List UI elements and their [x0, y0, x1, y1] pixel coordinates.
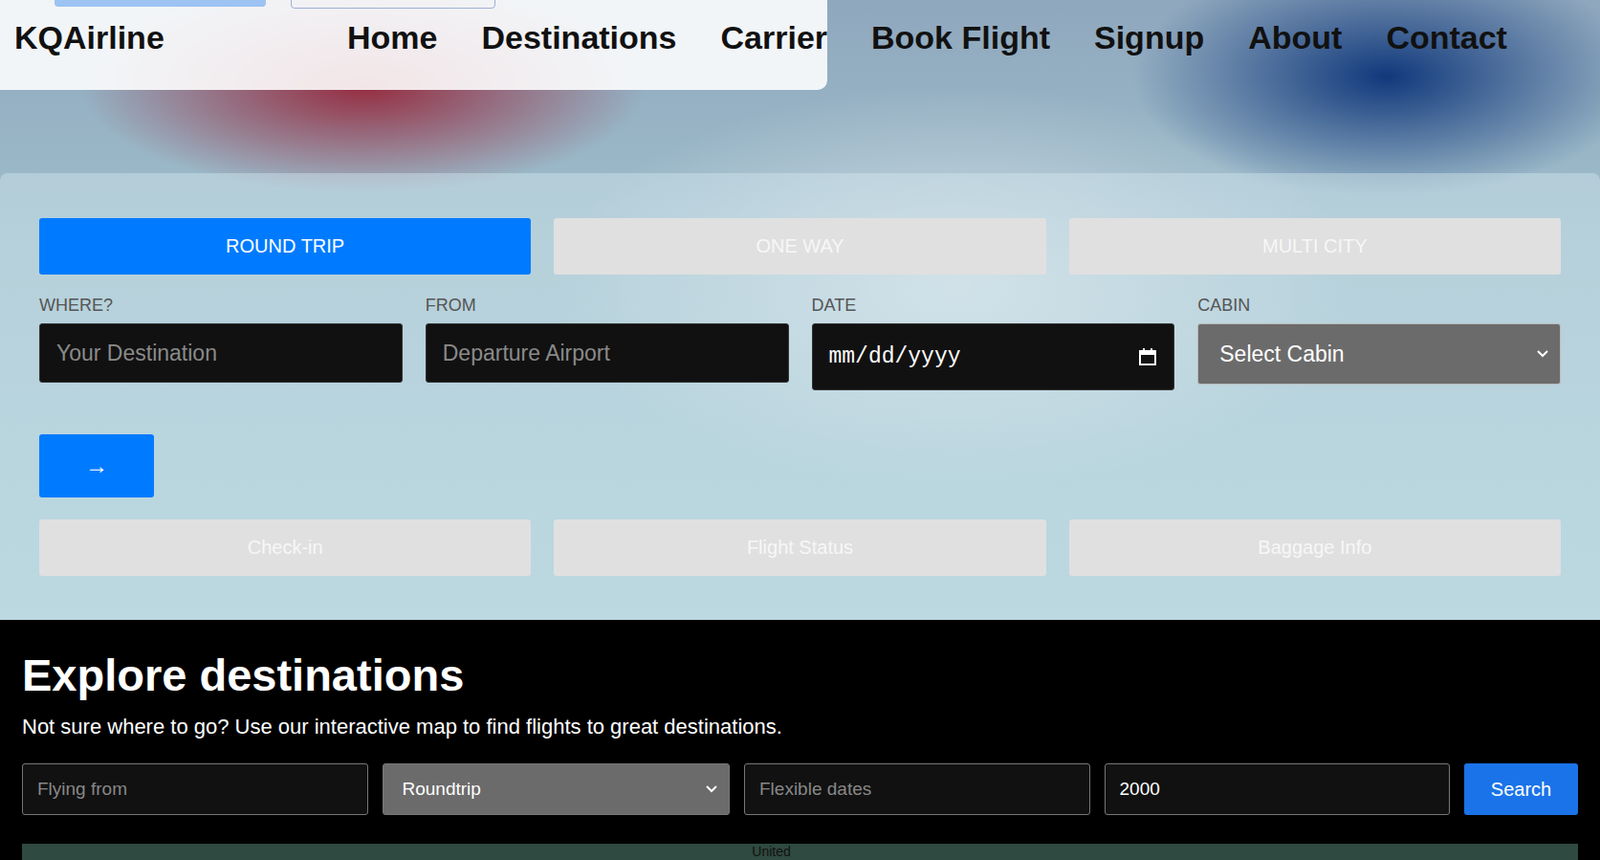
hero: KQAirlineHome Destinations Carrier Book Fli…: [0, 0, 1600, 620]
chevron-down-icon: [1536, 350, 1549, 358]
booking-fields: WHERE? FROM DATE mm/dd/yyyy CABIN Select Cabi…: [39, 295, 1561, 391]
field-label: CABIN: [1197, 295, 1561, 316]
trip-tab[interactable]: ONE WAY: [553, 218, 1046, 275]
text-input[interactable]: [39, 323, 403, 383]
explore-input[interactable]: [21, 763, 369, 815]
calendar-icon[interactable]: [1138, 347, 1158, 367]
nav-link[interactable]: Signup: [1094, 19, 1205, 57]
nav-link[interactable]: Destinations: [481, 19, 677, 57]
trip-tabs: ROUND TRIP ONE WAY MULTI CITY: [39, 218, 1561, 275]
brand-logo[interactable]: KQAirline: [14, 19, 348, 57]
booking-field: WHERE?: [39, 295, 403, 383]
explore-input[interactable]: [744, 763, 1091, 815]
field-label: FROM: [425, 295, 790, 316]
nav-link[interactable]: Contact: [1385, 19, 1508, 57]
quick-link[interactable]: Baggage Info: [1069, 519, 1561, 576]
nav-link[interactable]: Home: [347, 19, 438, 57]
map-label: United: [751, 843, 790, 860]
search-button[interactable]: Search: [1464, 763, 1579, 815]
page: KQAirlineHome Destinations Carrier Book Fli…: [0, 0, 1600, 860]
quick-links: Check-in Flight Status Baggage Info: [39, 519, 1561, 576]
destinations-map[interactable]: United: [21, 843, 1579, 860]
nav-link[interactable]: About: [1248, 19, 1342, 57]
search-flights-button[interactable]: →: [39, 434, 154, 498]
explore-search: Roundtrip Search: [21, 763, 1579, 815]
top-button[interactable]: [290, 0, 496, 9]
trip-tab[interactable]: ROUND TRIP: [39, 218, 531, 275]
quick-link[interactable]: Flight Status: [553, 519, 1046, 576]
cabin-select[interactable]: Select Cabin: [1197, 323, 1561, 385]
text-input[interactable]: [425, 323, 790, 383]
nav-link[interactable]: Carrier: [721, 19, 829, 57]
nav-menu: Home Destinations Carrier Book Flight Signup…: [347, 19, 1508, 57]
chevron-down-icon: [705, 785, 718, 793]
top-button[interactable]: [54, 0, 266, 7]
explore-title: Explore destinations: [21, 648, 1579, 702]
booking-field: FROM: [425, 295, 790, 383]
explore-section: Explore destinations Not sure where to go…: [0, 619, 1600, 860]
trip-tab[interactable]: MULTI CITY: [1069, 218, 1561, 275]
quick-link[interactable]: Check-in: [39, 519, 531, 576]
trip-type-select[interactable]: Roundtrip: [382, 763, 731, 815]
date-input[interactable]: mm/dd/yyyy: [811, 323, 1176, 391]
explore-subtitle: Not sure where to go? Use our interactiv…: [21, 714, 1579, 740]
field-label: DATE: [811, 295, 1176, 316]
booking-field: DATE mm/dd/yyyy: [811, 295, 1176, 391]
booking-panel: ROUND TRIP ONE WAY MULTI CITY WHERE? FROM DAT…: [0, 173, 1600, 620]
explore-input[interactable]: [1104, 763, 1451, 815]
nav-link[interactable]: Book Flight: [871, 19, 1051, 57]
field-label: WHERE?: [39, 295, 403, 316]
booking-field: CABIN Select Cabin: [1197, 295, 1561, 385]
navbar: KQAirlineHome Destinations Carrier Book Fli…: [0, 0, 1600, 75]
